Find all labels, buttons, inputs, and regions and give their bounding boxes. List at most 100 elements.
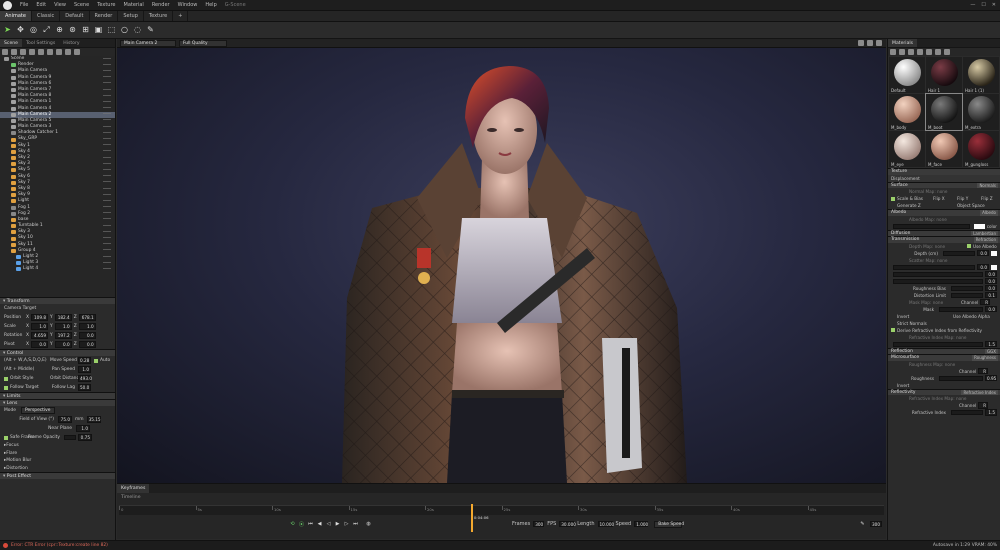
visibility-eye-icon[interactable] <box>103 57 111 61</box>
material-picker-icon[interactable] <box>926 49 932 55</box>
fov-field[interactable]: 75.0 <box>58 416 72 423</box>
visibility-eye-icon[interactable] <box>103 63 111 67</box>
tab-history[interactable]: History <box>59 39 83 47</box>
visibility-eye-icon[interactable] <box>103 82 111 85</box>
scatter-color-swatch[interactable] <box>991 264 997 270</box>
control-checkbox[interactable] <box>4 376 8 381</box>
lens-section-header[interactable]: Lens <box>0 399 115 406</box>
timeline-ruler[interactable]: 0 5s 10s 15s 20s 25s 30s 35s 40s 45s <box>119 505 884 515</box>
material-thumbnail[interactable]: M_extra <box>963 94 999 130</box>
visibility-eye-icon[interactable] <box>103 193 111 197</box>
control-param-field[interactable]: 0.28 <box>78 357 91 364</box>
microsurface-mode-dropdown[interactable]: Roughness <box>972 355 998 361</box>
skip-end-icon[interactable]: ⏭ <box>352 521 359 528</box>
depth-color-swatch[interactable] <box>991 250 997 256</box>
transform-field[interactable]: 0.0 <box>31 341 49 348</box>
tab-keyframes[interactable]: Keyframes <box>117 484 150 493</box>
transform-field[interactable]: 1.0 <box>78 323 96 330</box>
paint-select-icon[interactable]: ✎ <box>145 25 156 36</box>
menu-window[interactable]: Window <box>174 2 202 8</box>
visibility-eye-icon[interactable] <box>103 94 111 98</box>
lasso-icon[interactable]: ◌ <box>132 25 143 36</box>
material-thumbnail[interactable]: M_face <box>926 131 962 167</box>
transform-field[interactable]: 0.0 <box>78 332 96 339</box>
scale-bias-checkbox[interactable] <box>891 196 895 201</box>
albedo-color-swatch[interactable] <box>973 223 985 229</box>
roughness-invert-label[interactable]: Invert <box>897 383 909 388</box>
visibility-eye-icon[interactable] <box>103 162 111 166</box>
menu-texture[interactable]: Texture <box>93 2 119 8</box>
material-thumbnail[interactable]: M_boot <box>925 93 963 131</box>
scatter-field-2[interactable]: 0.0 <box>985 270 997 278</box>
add-sky-icon[interactable] <box>29 49 35 55</box>
near-plane-field[interactable]: 1.0 <box>76 425 90 432</box>
material-thumbnail[interactable]: M_gungloss <box>963 131 999 167</box>
camera-target-label[interactable]: Camera Target <box>4 306 36 311</box>
use-albedo-alpha-label[interactable]: Use Albedo Alpha <box>953 314 990 319</box>
frame-opacity-field[interactable]: 0.75 <box>78 434 92 441</box>
duplicate-material-icon[interactable] <box>917 49 923 55</box>
safe-frame-checkbox[interactable] <box>4 435 8 440</box>
albedo-map-slot[interactable]: Albedo Map: none <box>909 217 947 222</box>
displacement-row[interactable]: Displacement <box>888 174 1000 182</box>
roughness-slider[interactable] <box>939 375 983 381</box>
roughness-map-slot[interactable]: Roughness Map: none <box>909 362 955 367</box>
depth-slider[interactable] <box>943 250 975 256</box>
visibility-eye-icon[interactable] <box>103 76 111 79</box>
visibility-eye-icon[interactable] <box>103 113 111 116</box>
menu-material[interactable]: Material <box>120 2 148 8</box>
material-thumbnail[interactable]: Hair 1 (1) <box>963 57 999 93</box>
visibility-eye-icon[interactable] <box>103 138 111 141</box>
visibility-eye-icon[interactable] <box>103 212 111 215</box>
visibility-eye-icon[interactable] <box>103 107 111 110</box>
roughness-bias-slider[interactable] <box>951 285 983 291</box>
visibility-eye-icon[interactable] <box>103 131 111 135</box>
derive-ri-checkbox[interactable] <box>891 328 895 332</box>
transform-field[interactable]: 182.4 <box>54 314 72 321</box>
visibility-eye-icon[interactable] <box>103 230 111 234</box>
add-light-icon[interactable] <box>11 49 17 55</box>
scatter-field-3[interactable]: 0.0 <box>985 277 997 285</box>
prev-frame-icon[interactable]: ◀ <box>316 521 323 528</box>
menu-help[interactable]: Help <box>201 2 220 8</box>
auto-checkbox[interactable] <box>94 358 98 363</box>
scale-tool-icon[interactable]: ⤢ <box>41 25 52 36</box>
loop-icon[interactable]: ⟲ <box>289 521 296 528</box>
lens-subsection[interactable]: ▸ Flare <box>0 450 115 458</box>
bake-speed-button[interactable]: Bake Speed <box>654 520 684 528</box>
camera-dropdown[interactable]: Main Camera 2 <box>120 39 176 47</box>
transform-field[interactable]: 4.659 <box>31 332 49 339</box>
post-effect-section-header[interactable]: Post Effect <box>0 472 115 479</box>
visibility-eye-icon[interactable] <box>103 218 111 221</box>
distortion-limit-slider[interactable] <box>951 292 983 298</box>
visibility-eye-icon[interactable] <box>103 224 111 228</box>
depth-map-row[interactable]: Depth Map: none Use Albedo <box>888 243 1000 250</box>
control-section-header[interactable]: Control <box>0 349 115 356</box>
end-frame-field[interactable]: 300 <box>870 520 882 528</box>
normal-map-row[interactable]: Normal Map: none <box>888 188 1000 195</box>
tab-texture[interactable]: Texture <box>144 11 174 21</box>
generate-z-label[interactable]: Generate Z <box>897 203 957 208</box>
transform-field[interactable]: 678.1 <box>78 314 96 321</box>
tab-timeline[interactable]: Timeline <box>117 493 145 502</box>
flip-z-label[interactable]: Flip Z <box>981 196 993 201</box>
tab-render[interactable]: Render <box>90 11 119 21</box>
visibility-eye-icon[interactable] <box>103 175 111 178</box>
reflectivity-ri-field[interactable]: 1.5 <box>985 409 997 416</box>
distortion-limit-field[interactable]: 0.1 <box>985 291 997 299</box>
ri-map-row[interactable]: Refractive Index Map: none <box>888 334 1000 341</box>
frame-opacity-slider[interactable] <box>64 435 76 440</box>
circle-select-icon[interactable]: ○ <box>119 25 130 36</box>
diffusion-mode-dropdown[interactable]: Lambertian <box>971 230 998 236</box>
snap-icon[interactable]: ⊞ <box>80 25 91 36</box>
add-camera-icon[interactable] <box>20 49 26 55</box>
tab-default[interactable]: Default <box>60 11 90 21</box>
reflection-mode-dropdown[interactable]: GGX <box>985 348 998 354</box>
transmission-mode-dropdown[interactable]: Refraction <box>973 237 998 243</box>
add-group-icon[interactable] <box>47 49 53 55</box>
visibility-eye-icon[interactable] <box>103 100 111 104</box>
tab-tool-settings[interactable]: Tool Settings <box>22 39 59 47</box>
roughness-field[interactable]: 0.95 <box>985 374 997 382</box>
mask-map-slot[interactable]: Mask Map: none <box>909 300 961 305</box>
reflectivity-map-slot[interactable]: Refractive Index Map: none <box>909 396 966 401</box>
